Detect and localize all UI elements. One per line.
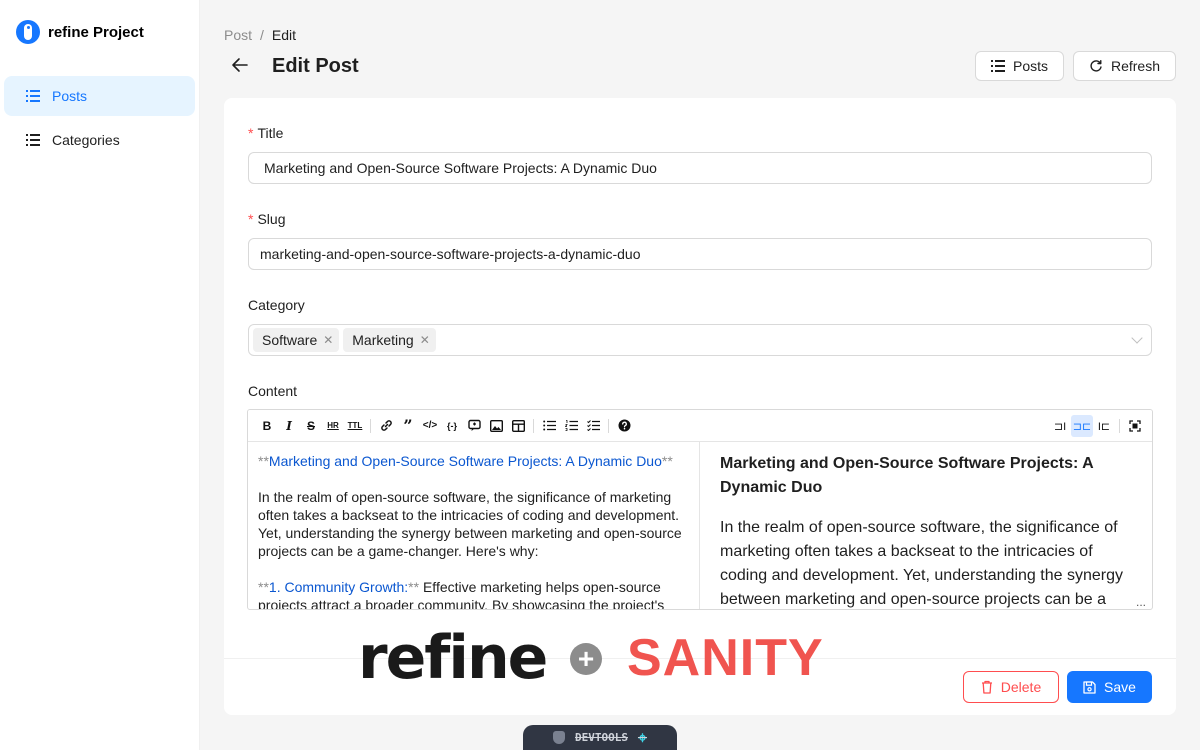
save-button-label: Save [1104,679,1136,695]
breadcrumb-separator: / [260,27,264,43]
md-heading-text: Marketing and Open-Source Software Proje… [268,453,662,469]
page-title: Edit Post [272,55,359,77]
title-input[interactable]: Marketing and Open-Source Software Proje… [248,152,1152,184]
chevron-down-icon[interactable] [1131,332,1143,344]
sidebar-item-categories[interactable]: Categories [4,120,195,160]
unordered-list-icon[interactable] [538,415,560,437]
code-block-icon[interactable]: {-} [441,415,463,437]
image-icon[interactable] [485,415,507,437]
devtools-tab[interactable]: DEVTOOLS ⌖ [523,725,677,750]
breadcrumb-edit: Edit [271,27,297,43]
quote-icon[interactable]: ” [397,415,419,437]
breadcrumb: Post / Edit [224,27,296,43]
preview-paragraph: In the realm of open-source software, th… [720,519,1123,608]
breadcrumb-post[interactable]: Post [224,27,252,43]
save-button[interactable]: Save [1067,671,1152,703]
help-icon[interactable] [613,415,635,437]
save-icon [1083,680,1096,694]
delete-button[interactable]: Delete [963,671,1059,703]
category-label: Category [248,297,305,313]
title-label-text: Title [257,125,284,141]
refine-logo-icon [16,20,40,44]
fullscreen-icon[interactable] [1124,415,1146,437]
category-select[interactable]: Software ✕ Marketing ✕ [248,324,1152,356]
list-icon [26,90,40,102]
sidebar-item-label: Posts [52,88,88,104]
required-mark: * [248,125,254,141]
trash-icon [981,680,992,694]
markdown-source-pane[interactable]: **Marketing and Open-Source Software Pro… [248,442,700,609]
tag-label: Marketing [352,332,414,348]
refresh-button[interactable]: Refresh [1073,51,1176,81]
preview-heading: Marketing and Open-Source Software Proje… [720,455,1094,496]
markdown-editor: B I S HR TTL ” </> {-} ⊐I ⊐⊏ I⊏ **Market… [247,409,1153,610]
slug-label-text: Slug [257,211,286,227]
sidebar-item-posts[interactable]: Posts [4,76,195,116]
strikethrough-icon[interactable]: S [300,415,322,437]
tag-label: Software [262,332,318,348]
refine-wordmark: refine [358,623,548,693]
comment-icon[interactable] [463,415,485,437]
sidebar: refine Project Posts Categories [0,0,200,750]
required-mark: * [248,211,254,227]
content-label: Content [248,383,298,399]
back-arrow-icon[interactable] [230,56,250,74]
slug-input[interactable]: marketing-and-open-source-software-proje… [248,238,1152,270]
app-title: refine Project [48,23,144,41]
shield-icon [553,731,565,744]
md-mark: ** [661,453,673,469]
refresh-button-label: Refresh [1110,58,1160,74]
toolbar-divider [533,418,534,433]
sidebar-menu: Posts Categories [4,76,195,164]
title-label: * Title [248,125,283,141]
hr-icon[interactable]: HR [322,415,344,437]
link-icon[interactable] [375,415,397,437]
posts-button-label: Posts [1012,58,1048,74]
sanity-wordmark: SANITY [627,629,824,687]
code-icon[interactable]: </> [419,415,441,437]
ordered-list-icon[interactable] [560,415,582,437]
md-mark: ** [258,453,269,469]
table-icon[interactable] [507,415,529,437]
title-icon[interactable]: TTL [344,415,366,437]
list-icon [991,60,1005,72]
plus-icon: + [570,643,602,675]
toolbar-divider [608,418,609,433]
crosshair-icon[interactable]: ⌖ [638,728,647,748]
posts-list-button[interactable]: Posts [975,51,1064,81]
refresh-icon [1090,60,1102,72]
md-item-text: 1. Community Growth: [268,579,409,595]
toolbar-divider [1119,419,1120,433]
md-list-line: **1. Community Growth:** Effective marke… [258,578,689,609]
markdown-preview-pane: Marketing and Open-Source Software Proje… [700,442,1152,609]
edit-mode-icon[interactable]: ⊐I [1049,415,1071,437]
preview-mode-icon[interactable]: I⊏ [1093,415,1115,437]
md-mark: ** [408,579,420,595]
devtools-label: DEVTOOLS [575,731,628,744]
bold-icon[interactable]: B [256,415,278,437]
sidebar-item-label: Categories [52,132,120,148]
close-icon[interactable]: ✕ [321,333,335,347]
close-icon[interactable]: ✕ [418,333,432,347]
view-mode-controls: ⊐I ⊐⊏ I⊏ [1049,415,1146,437]
live-mode-icon[interactable]: ⊐⊏ [1071,415,1093,437]
editor-toolbar: B I S HR TTL ” </> {-} ⊐I ⊐⊏ I⊏ [248,410,1152,442]
md-mark: ** [258,579,269,595]
preview-ellipsis: ... [1135,595,1146,609]
category-tag: Software ✕ [253,328,340,352]
slug-label: * Slug [248,211,285,227]
italic-icon[interactable]: I [278,415,300,437]
delete-button-label: Delete [1000,679,1042,695]
md-paragraph: In the realm of open-source software, th… [258,489,682,559]
checklist-icon[interactable] [582,415,604,437]
md-heading-line: **Marketing and Open-Source Software Pro… [258,452,689,470]
brand[interactable]: refine Project [16,20,144,44]
list-icon [26,134,40,146]
toolbar-divider [370,418,371,433]
category-tag: Marketing ✕ [343,328,436,352]
